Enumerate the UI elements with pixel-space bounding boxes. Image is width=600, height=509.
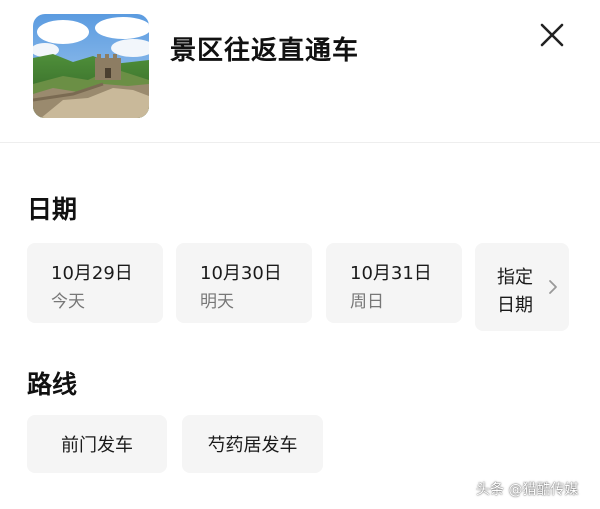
route-section-title: 路线 [27,370,78,399]
date-text: 10月30日 [200,263,282,284]
day-label: 周日 [350,292,384,312]
date-option-tomorrow[interactable]: 10月30日 明天 [176,243,312,323]
date-option-sunday[interactable]: 10月31日 周日 [326,243,462,323]
bottom-sheet: 景区往返直通车 日期 10月29日 今天 10月30日 明天 10月31日 周日… [0,0,600,509]
sheet-header: 景区往返直通车 [0,0,600,143]
date-text: 10月29日 [51,263,133,284]
custom-date-label-line1: 指定 [497,267,533,288]
day-label: 今天 [51,292,85,312]
date-section-title: 日期 [27,195,78,224]
day-label: 明天 [200,292,234,312]
date-text: 10月31日 [350,263,432,284]
route-option-shaoyaoju[interactable]: 芍药居发车 [182,415,323,473]
page-title: 景区往返直通车 [170,36,360,66]
great-wall-thumbnail [33,14,149,118]
date-option-today[interactable]: 10月29日 今天 [27,243,163,323]
route-option-qianmen[interactable]: 前门发车 [27,415,167,473]
close-icon [540,23,564,47]
close-button[interactable] [535,18,569,52]
custom-date-label-line2: 日期 [497,295,533,316]
chevron-right-icon [549,280,557,294]
watermark: 头条 @猎酷传媒 [476,482,579,498]
custom-date-button[interactable]: 指定 日期 [475,243,569,331]
